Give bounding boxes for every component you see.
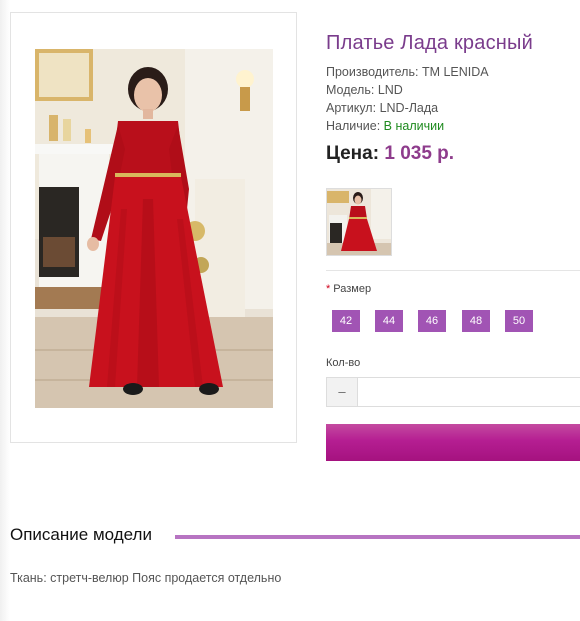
price-value: 1 035 р. [384, 143, 455, 164]
price-row: Цена: 1 035 р. [326, 143, 454, 165]
description-heading: Описание модели [10, 525, 152, 544]
size-option-46[interactable]: 46 [418, 310, 446, 332]
quantity-input[interactable] [357, 377, 580, 407]
sku-value: LND-Лада [379, 101, 439, 115]
manufacturer-label: Производитель: [326, 65, 419, 79]
product-title: Платье Лада красный [326, 32, 533, 54]
quantity-label: Кол-во [326, 357, 361, 369]
description-text: Ткань: стретч-велюр Пояс продается отдел… [10, 571, 282, 585]
size-label-text: Размер [333, 283, 372, 295]
sku-label: Артикул: [326, 101, 377, 115]
required-mark: * [326, 283, 331, 295]
model-row: Модель: LND [326, 83, 403, 97]
quantity-decrease-button[interactable]: – [326, 377, 358, 407]
manufacturer-row: Производитель: TM LENIDA [326, 65, 489, 79]
add-to-cart-button[interactable] [326, 424, 580, 461]
model-value: LND [377, 83, 403, 97]
size-option-44[interactable]: 44 [375, 310, 403, 332]
thumbnail-illustration [327, 189, 391, 255]
product-thumbnail[interactable] [326, 188, 392, 256]
main-product-image-frame[interactable] [10, 12, 297, 443]
price-label: Цена: [326, 143, 380, 164]
size-option-48[interactable]: 48 [462, 310, 490, 332]
description-heading-rule [175, 535, 580, 539]
size-option-label: * Размер [326, 283, 371, 295]
manufacturer-value[interactable]: TM LENIDA [422, 65, 489, 79]
page-edge-shadow [0, 0, 10, 621]
availability-status: В наличии [383, 119, 445, 133]
size-option-42[interactable]: 42 [332, 310, 360, 332]
options-divider [326, 270, 580, 271]
size-option-50[interactable]: 50 [505, 310, 533, 332]
model-label: Модель: [326, 83, 375, 97]
dress-photo-illustration [35, 49, 273, 408]
availability-row: Наличие: В наличии [326, 119, 444, 133]
main-product-photo[interactable] [35, 49, 273, 408]
availability-label: Наличие: [326, 119, 381, 133]
sku-row: Артикул: LND-Лада [326, 101, 438, 115]
